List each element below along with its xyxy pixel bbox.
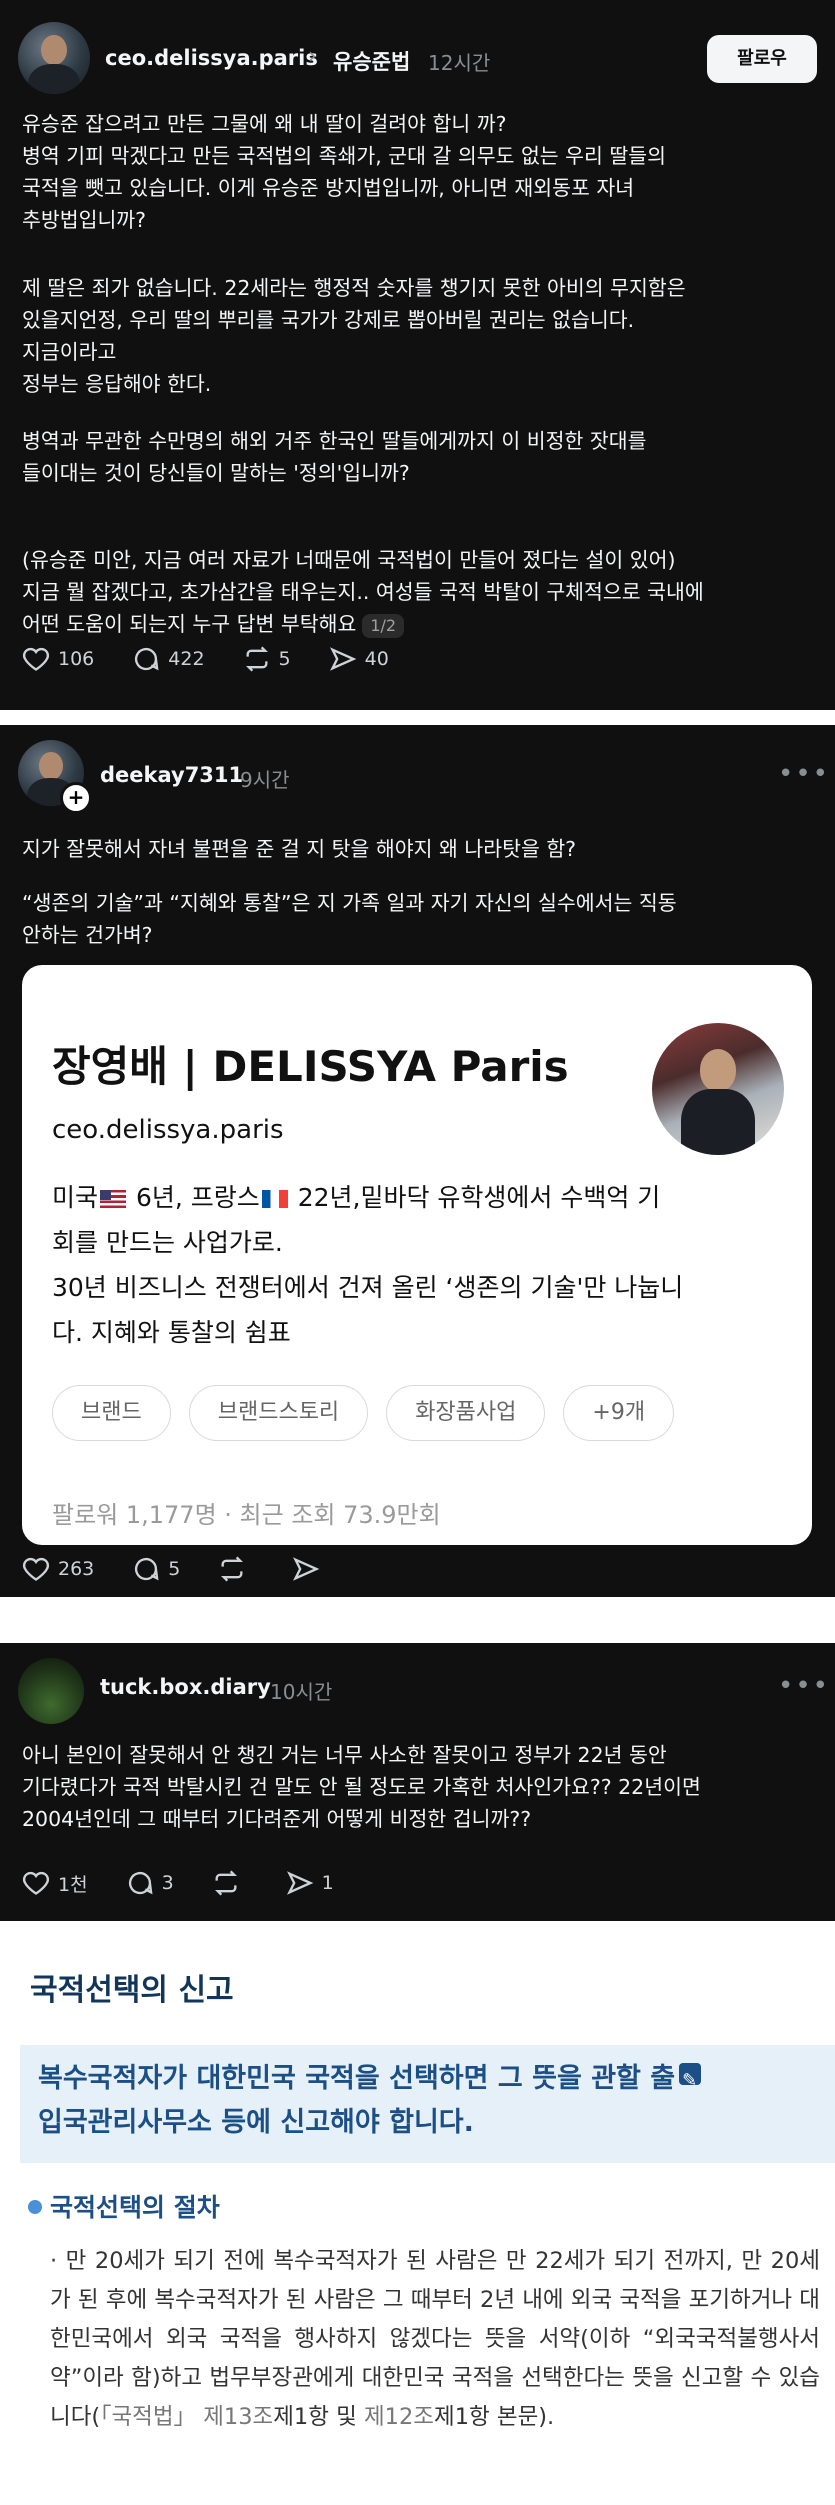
us-flag-icon	[100, 1190, 127, 1208]
comment-icon	[135, 1558, 159, 1581]
post-text: 제 딸은 죄가 없습니다. 22세라는 행정적 숫자를 챙기지 못한 아비의 무…	[22, 276, 686, 396]
post-text: (유승준 미안, 지금 여러 자료가 너때문에 국적법이 만들어 졌다는 설이 …	[22, 512, 822, 640]
comment-icon	[135, 648, 159, 671]
profile-handle: ceo.delissya.paris	[52, 1115, 284, 1145]
share-button[interactable]	[292, 1555, 328, 1583]
post-time: 10시간	[270, 1680, 333, 1704]
chevron-right-icon: ›	[308, 44, 317, 69]
comment-button[interactable]: 422	[132, 645, 205, 673]
doc-body-text: 제1항 및	[273, 2404, 364, 2430]
post-text: “생존의 기술”과 “지혜와 통찰”은 지 가족 일과 자기 자신의 실수에서는…	[22, 891, 677, 947]
heart-icon	[22, 1871, 50, 1895]
highlight-line: 복수국적자가 대한민국 국적을 선택하면 그 뜻을 관할 출	[38, 2063, 676, 2094]
doc-body: · 만 20세가 되기 전에 복수국적자가 된 사람은 만 22세가 되기 전까…	[50, 2242, 820, 2437]
profile-stats: 팔로워 1,177명 · 최근 조회 73.9만회	[52, 1501, 441, 1529]
more-options-icon[interactable]: •••	[778, 1671, 830, 1701]
username[interactable]: deekay7311	[100, 763, 243, 787]
highlight-line: 입국관리사무소 등에 신고해야 합니다.	[38, 2107, 474, 2138]
post-text: 병역과 무관한 수만명의 해외 거주 한국인 딸들에게까지 이 비정한 잣대를 …	[22, 429, 647, 485]
comment-count: 5	[168, 1558, 181, 1580]
comment-count: 422	[168, 648, 205, 670]
post-text: 유승준 잡으려고 만든 그물에 왜 내 딸이 걸려야 합니 까? 병역 기피 막…	[22, 112, 666, 232]
share-count: 1	[321, 1872, 334, 1894]
comment-icon	[128, 1872, 153, 1895]
username[interactable]: tuck.box.diary	[100, 1675, 271, 1699]
tag-chip[interactable]: +9개	[563, 1385, 675, 1441]
like-button[interactable]: 106	[22, 645, 94, 673]
doc-subtitle-text: 국적선택의 절차	[50, 2193, 220, 2222]
repost-icon	[214, 1870, 237, 1896]
bio-text: 회를 만드는 사업가로. 30년 비즈니스 전쟁터에서 건져 올린 ‘생존의 기…	[52, 1228, 684, 1347]
france-flag-icon	[261, 1190, 288, 1208]
like-count: 263	[58, 1558, 95, 1580]
bullet-icon	[28, 2200, 42, 2214]
doc-subtitle: 국적선택의 절차	[28, 2188, 220, 2224]
username[interactable]: ceo.delissya.paris	[105, 46, 318, 70]
post-1: ceo.delissya.paris › 유승준법 12시간 팔로우 유승준 잡…	[0, 0, 835, 710]
send-icon	[286, 1871, 314, 1895]
share-count: 40	[364, 648, 389, 670]
repost-icon	[245, 646, 268, 672]
follow-button[interactable]: 팔로우	[707, 35, 817, 83]
action-bar: 106 422 5 40	[22, 645, 427, 673]
repost-icon	[221, 1556, 244, 1582]
repost-button[interactable]: 5	[243, 645, 291, 673]
doc-body-text: · 만 20세가 되기 전에 복수국적자가 된 사람은 만 22세가 되기 전까…	[50, 2248, 820, 2430]
bio-text: 6년, 프랑스	[128, 1183, 260, 1212]
more-options-icon[interactable]: •••	[778, 759, 830, 789]
page-indicator[interactable]: 1/2	[362, 614, 405, 638]
send-icon	[329, 647, 356, 671]
profile-bio: 미국 6년, 프랑스 22년,밑바닥 유학생에서 수백억 기 회를 만드는 사업…	[52, 1175, 792, 1355]
heart-icon	[22, 1557, 50, 1581]
post-3: tuck.box.diary 10시간 ••• 아니 본인이 잘못해서 안 챙긴…	[0, 1643, 835, 1921]
post-time: 9시간	[240, 768, 290, 792]
like-button[interactable]: 1천	[22, 1869, 88, 1897]
share-button[interactable]: 40	[329, 645, 389, 673]
topic-tag[interactable]: 유승준법	[333, 46, 410, 76]
action-bar: 263 5	[22, 1555, 366, 1583]
post-text: 아니 본인이 잘못해서 안 챙긴 거는 너무 사소한 잘못이고 정부가 22년 …	[22, 1743, 701, 1831]
send-icon	[293, 1557, 320, 1581]
tag-chip[interactable]: 화장품사업	[386, 1385, 546, 1441]
law-reference-link[interactable]: 「국적법」 제13조	[100, 2404, 273, 2430]
doc-title: 국적선택의 신고	[30, 1973, 234, 2008]
tag-chip[interactable]: 브랜드스토리	[188, 1385, 369, 1441]
bio-text: 22년,밑바닥 유학생에서 수백억 기	[289, 1183, 661, 1212]
repost-button[interactable]	[212, 1869, 248, 1897]
highlight-box: 복수국적자가 대한민국 국적을 선택하면 그 뜻을 관할 출입국관리사무소 등에…	[20, 2045, 835, 2163]
comment-button[interactable]: 3	[126, 1869, 174, 1897]
avatar[interactable]	[18, 1658, 84, 1724]
doc-body-text: 제1항 본문).	[434, 2404, 555, 2430]
profile-avatar	[652, 1023, 784, 1155]
post-2: + deekay7311 9시간 ••• 지가 잘못해서 자녀 불편을 준 걸 …	[0, 725, 835, 1597]
highlight-text: 복수국적자가 대한민국 국적을 선택하면 그 뜻을 관할 출입국관리사무소 등에…	[38, 2057, 818, 2145]
share-button[interactable]: 1	[286, 1869, 334, 1897]
heart-icon	[22, 647, 50, 671]
follow-plus-icon[interactable]: +	[60, 782, 92, 814]
bio-text: 미국	[52, 1183, 99, 1212]
action-bar: 1천 3 1	[22, 1869, 372, 1897]
repost-button[interactable]	[218, 1555, 254, 1583]
tag-chip[interactable]: 브랜드	[52, 1385, 171, 1441]
edit-icon[interactable]	[679, 2059, 702, 2103]
comment-button[interactable]: 5	[132, 1555, 180, 1583]
repost-count: 5	[278, 648, 291, 670]
profile-card[interactable]: 장영배 | DELISSYA Paris ceo.delissya.paris …	[22, 965, 812, 1545]
like-count: 1천	[58, 1873, 88, 1896]
profile-name: 장영배 | DELISSYA Paris	[52, 1042, 569, 1091]
post-time: 12시간	[428, 51, 491, 75]
profile-tags: 브랜드 브랜드스토리 화장품사업 +9개	[52, 1385, 675, 1441]
law-reference-link[interactable]: 제12조	[364, 2404, 434, 2430]
like-count: 106	[58, 648, 95, 670]
document-excerpt: 국적선택의 신고 복수국적자가 대한민국 국적을 선택하면 그 뜻을 관할 출입…	[0, 1930, 835, 2505]
post-text: 지가 잘못해서 자녀 불편을 준 걸 지 탓을 해야지 왜 나라탓을 함?	[22, 837, 577, 861]
like-button[interactable]: 263	[22, 1555, 94, 1583]
comment-count: 3	[161, 1872, 174, 1894]
avatar[interactable]	[18, 22, 90, 94]
